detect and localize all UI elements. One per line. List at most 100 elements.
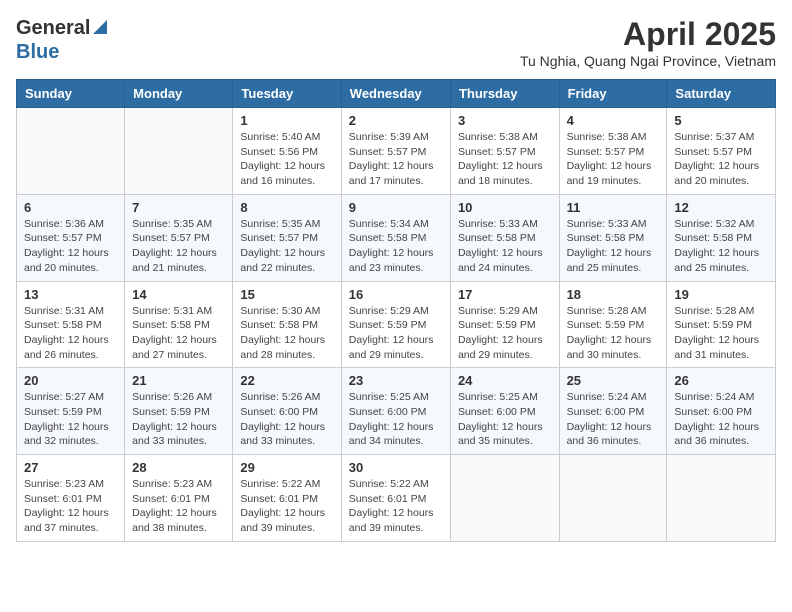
day-info: Sunrise: 5:25 AM Sunset: 6:00 PM Dayligh… [458, 390, 552, 449]
day-cell: 10 Sunrise: 5:33 AM Sunset: 5:58 PM Dayli… [450, 194, 559, 281]
day-cell: 8 Sunrise: 5:35 AM Sunset: 5:57 PM Daylig… [233, 194, 341, 281]
day-number: 20 [24, 373, 117, 388]
day-info: Sunrise: 5:25 AM Sunset: 6:00 PM Dayligh… [349, 390, 443, 449]
day-info: Sunrise: 5:29 AM Sunset: 5:59 PM Dayligh… [349, 304, 443, 363]
calendar: SundayMondayTuesdayWednesdayThursdayFrid… [16, 79, 776, 542]
day-number: 26 [674, 373, 768, 388]
col-header-tuesday: Tuesday [233, 80, 341, 108]
week-row-4: 20 Sunrise: 5:27 AM Sunset: 5:59 PM Dayli… [17, 368, 776, 455]
calendar-body: 1 Sunrise: 5:40 AM Sunset: 5:56 PM Daylig… [17, 108, 776, 542]
day-info: Sunrise: 5:28 AM Sunset: 5:59 PM Dayligh… [567, 304, 660, 363]
day-cell: 17 Sunrise: 5:29 AM Sunset: 5:59 PM Dayli… [450, 281, 559, 368]
day-number: 24 [458, 373, 552, 388]
day-number: 16 [349, 287, 443, 302]
day-cell: 28 Sunrise: 5:23 AM Sunset: 6:01 PM Dayli… [125, 455, 233, 542]
day-cell: 1 Sunrise: 5:40 AM Sunset: 5:56 PM Daylig… [233, 108, 341, 195]
day-info: Sunrise: 5:35 AM Sunset: 5:57 PM Dayligh… [132, 217, 225, 276]
day-info: Sunrise: 5:26 AM Sunset: 6:00 PM Dayligh… [240, 390, 333, 449]
title-area: April 2025 Tu Nghia, Quang Ngai Province… [520, 16, 776, 69]
day-cell: 16 Sunrise: 5:29 AM Sunset: 5:59 PM Dayli… [341, 281, 450, 368]
day-info: Sunrise: 5:23 AM Sunset: 6:01 PM Dayligh… [24, 477, 117, 536]
day-number: 25 [567, 373, 660, 388]
day-cell: 29Sunrise: 5:22 AM Sunset: 6:01 PM Dayli… [233, 455, 341, 542]
day-cell [17, 108, 125, 195]
day-number: 12 [674, 200, 768, 215]
day-cell: 30 Sunrise: 5:22 AM Sunset: 6:01 PM Dayli… [341, 455, 450, 542]
day-info: Sunrise: 5:23 AM Sunset: 6:01 PM Dayligh… [132, 477, 225, 536]
day-cell: 20 Sunrise: 5:27 AM Sunset: 5:59 PM Dayli… [17, 368, 125, 455]
day-cell [559, 455, 667, 542]
col-header-monday: Monday [125, 80, 233, 108]
day-info: Sunrise: 5:24 AM Sunset: 6:00 PM Dayligh… [567, 390, 660, 449]
day-number: 1 [240, 113, 333, 128]
day-cell: 27 Sunrise: 5:23 AM Sunset: 6:01 PM Dayli… [17, 455, 125, 542]
day-number: 18 [567, 287, 660, 302]
day-cell: 21Sunrise: 5:26 AM Sunset: 5:59 PM Dayli… [125, 368, 233, 455]
day-cell: 9 Sunrise: 5:34 AM Sunset: 5:58 PM Daylig… [341, 194, 450, 281]
day-number: 27 [24, 460, 117, 475]
day-cell: 5Sunrise: 5:37 AM Sunset: 5:57 PM Daylig… [667, 108, 776, 195]
logo-triangle-icon [93, 16, 107, 39]
day-info: Sunrise: 5:33 AM Sunset: 5:58 PM Dayligh… [458, 217, 552, 276]
col-header-sunday: Sunday [17, 80, 125, 108]
day-cell: 18 Sunrise: 5:28 AM Sunset: 5:59 PM Dayli… [559, 281, 667, 368]
day-number: 29 [240, 460, 333, 475]
day-number: 14 [132, 287, 225, 302]
day-cell: 3Sunrise: 5:38 AM Sunset: 5:57 PM Daylig… [450, 108, 559, 195]
week-row-2: 6 Sunrise: 5:36 AM Sunset: 5:57 PM Daylig… [17, 194, 776, 281]
day-cell: 14 Sunrise: 5:31 AM Sunset: 5:58 PM Dayli… [125, 281, 233, 368]
day-number: 2 [349, 113, 443, 128]
day-number: 22 [240, 373, 333, 388]
day-cell: 23 Sunrise: 5:25 AM Sunset: 6:00 PM Dayli… [341, 368, 450, 455]
day-number: 23 [349, 373, 443, 388]
day-cell [450, 455, 559, 542]
day-cell: 19Sunrise: 5:28 AM Sunset: 5:59 PM Dayli… [667, 281, 776, 368]
day-number: 8 [240, 200, 333, 215]
day-cell: 24 Sunrise: 5:25 AM Sunset: 6:00 PM Dayli… [450, 368, 559, 455]
week-row-3: 13 Sunrise: 5:31 AM Sunset: 5:58 PM Dayli… [17, 281, 776, 368]
col-header-saturday: Saturday [667, 80, 776, 108]
day-cell: 2 Sunrise: 5:39 AM Sunset: 5:57 PM Daylig… [341, 108, 450, 195]
day-number: 13 [24, 287, 117, 302]
day-cell [125, 108, 233, 195]
day-number: 6 [24, 200, 117, 215]
day-info: Sunrise: 5:39 AM Sunset: 5:57 PM Dayligh… [349, 130, 443, 189]
day-info: Sunrise: 5:24 AM Sunset: 6:00 PM Dayligh… [674, 390, 768, 449]
day-info: Sunrise: 5:35 AM Sunset: 5:57 PM Dayligh… [240, 217, 333, 276]
day-number: 3 [458, 113, 552, 128]
day-number: 28 [132, 460, 225, 475]
day-cell: 25 Sunrise: 5:24 AM Sunset: 6:00 PM Dayli… [559, 368, 667, 455]
day-info: Sunrise: 5:26 AM Sunset: 5:59 PM Dayligh… [132, 390, 225, 449]
day-info: Sunrise: 5:31 AM Sunset: 5:58 PM Dayligh… [24, 304, 117, 363]
calendar-header-row: SundayMondayTuesdayWednesdayThursdayFrid… [17, 80, 776, 108]
day-number: 7 [132, 200, 225, 215]
day-info: Sunrise: 5:37 AM Sunset: 5:57 PM Dayligh… [674, 130, 768, 189]
day-info: Sunrise: 5:34 AM Sunset: 5:58 PM Dayligh… [349, 217, 443, 276]
day-info: Sunrise: 5:29 AM Sunset: 5:59 PM Dayligh… [458, 304, 552, 363]
day-cell: 6 Sunrise: 5:36 AM Sunset: 5:57 PM Daylig… [17, 194, 125, 281]
week-row-5: 27 Sunrise: 5:23 AM Sunset: 6:01 PM Dayli… [17, 455, 776, 542]
day-info: Sunrise: 5:40 AM Sunset: 5:56 PM Dayligh… [240, 130, 333, 189]
col-header-wednesday: Wednesday [341, 80, 450, 108]
logo-blue: Blue [16, 41, 59, 63]
day-number: 9 [349, 200, 443, 215]
day-info: Sunrise: 5:22 AM Sunset: 6:01 PM Dayligh… [349, 477, 443, 536]
day-cell: 26 Sunrise: 5:24 AM Sunset: 6:00 PM Dayli… [667, 368, 776, 455]
day-cell: 15Sunrise: 5:30 AM Sunset: 5:58 PM Dayli… [233, 281, 341, 368]
col-header-friday: Friday [559, 80, 667, 108]
week-row-1: 1 Sunrise: 5:40 AM Sunset: 5:56 PM Daylig… [17, 108, 776, 195]
day-number: 17 [458, 287, 552, 302]
day-number: 19 [674, 287, 768, 302]
day-cell: 7 Sunrise: 5:35 AM Sunset: 5:57 PM Daylig… [125, 194, 233, 281]
day-cell [667, 455, 776, 542]
logo-general: General [16, 17, 90, 40]
day-cell: 12Sunrise: 5:32 AM Sunset: 5:58 PM Dayli… [667, 194, 776, 281]
day-number: 30 [349, 460, 443, 475]
day-info: Sunrise: 5:27 AM Sunset: 5:59 PM Dayligh… [24, 390, 117, 449]
day-cell: 11Sunrise: 5:33 AM Sunset: 5:58 PM Dayli… [559, 194, 667, 281]
day-info: Sunrise: 5:31 AM Sunset: 5:58 PM Dayligh… [132, 304, 225, 363]
day-cell: 13 Sunrise: 5:31 AM Sunset: 5:58 PM Dayli… [17, 281, 125, 368]
day-number: 11 [567, 200, 660, 215]
day-info: Sunrise: 5:36 AM Sunset: 5:57 PM Dayligh… [24, 217, 117, 276]
day-number: 10 [458, 200, 552, 215]
